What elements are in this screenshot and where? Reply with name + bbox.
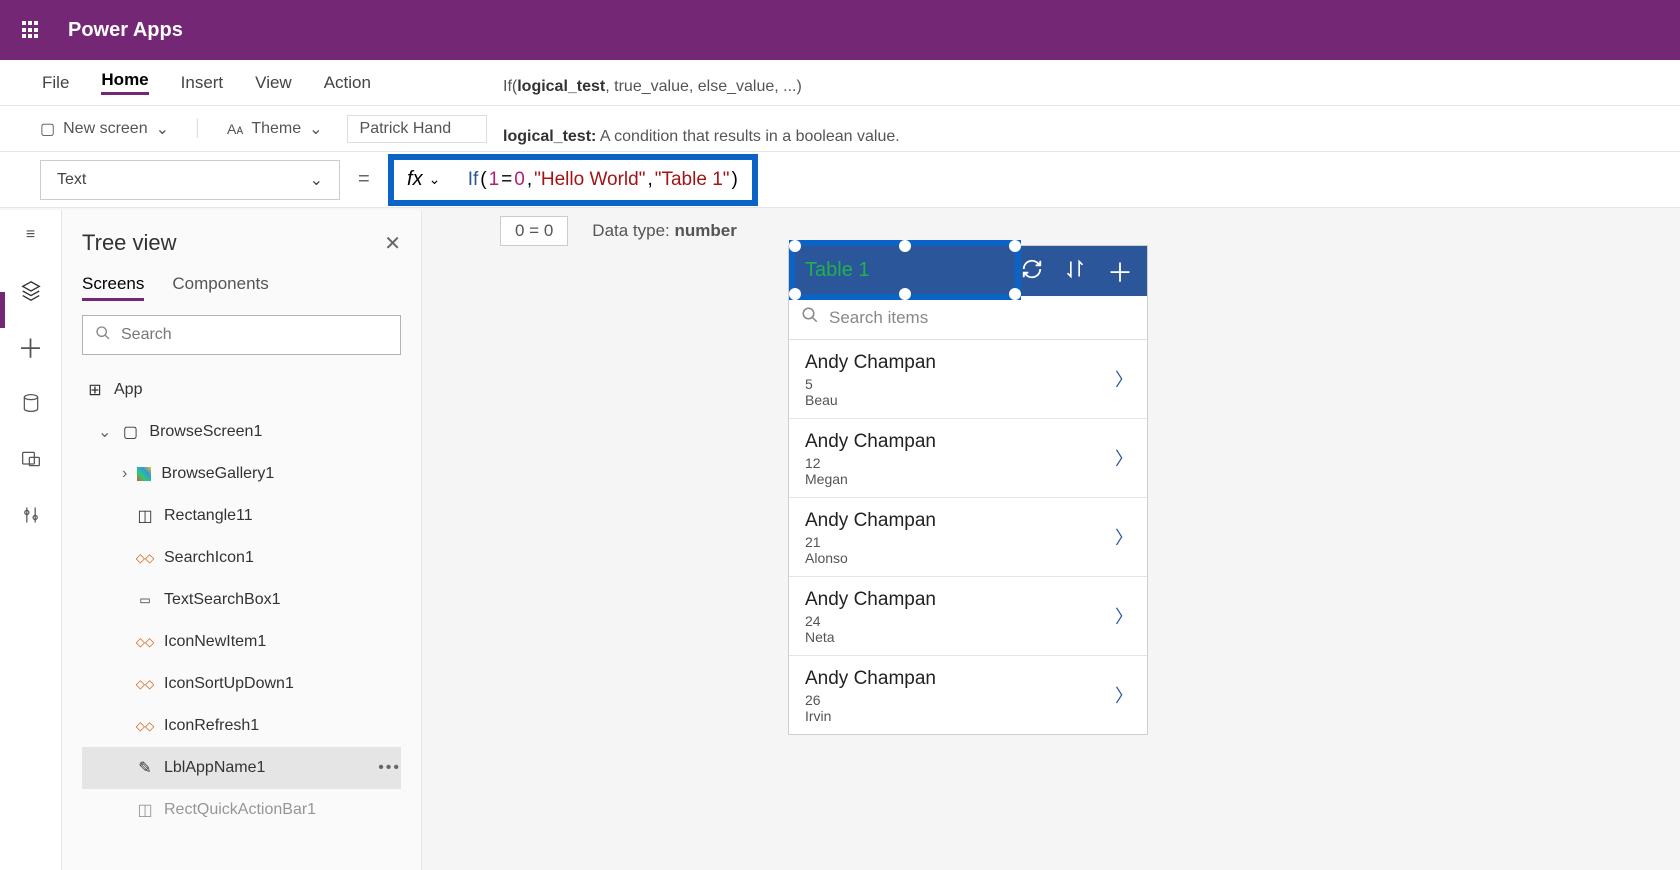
data-icon[interactable] xyxy=(20,392,42,414)
app-title: Table 1 xyxy=(805,259,870,282)
formula-result: 0 = 0 Data type: number xyxy=(490,212,747,250)
refresh-icon[interactable] xyxy=(1021,258,1043,285)
fx-button[interactable]: fx ⌄ xyxy=(394,168,454,191)
gallery-icon xyxy=(137,467,151,481)
new-screen-label: New screen xyxy=(63,120,147,138)
menu-insert[interactable]: Insert xyxy=(181,73,224,93)
selected-label-control[interactable]: Table 1 xyxy=(789,240,1021,300)
hamburger-icon[interactable]: ≡ xyxy=(20,224,42,246)
close-icon[interactable]: ✕ xyxy=(384,231,401,256)
chevron-down-icon: ⌄ xyxy=(429,171,441,188)
tree-view-panel: Tree view ✕ Screens Components Search ⊞ … xyxy=(62,210,422,870)
insert-icon[interactable]: ＋ xyxy=(20,336,42,358)
theme-label: Theme xyxy=(251,120,301,138)
font-select[interactable]: Patrick Hand xyxy=(347,115,487,143)
property-label: Text xyxy=(57,171,86,189)
chevron-down-icon: ⌄ xyxy=(310,170,323,190)
tab-screens[interactable]: Screens xyxy=(82,274,144,301)
screen-icon: ▢ xyxy=(121,423,139,441)
tree-node[interactable]: ▭ TextSearchBox1 xyxy=(82,579,401,621)
tree-search-placeholder: Search xyxy=(121,326,172,344)
tree-title: Tree view xyxy=(82,230,177,256)
rectangle-icon: ◫ xyxy=(136,801,154,819)
chevron-right-icon[interactable]: 〉 xyxy=(1115,682,1133,708)
iconctl-icon: ◇◇ xyxy=(136,717,154,735)
sort-icon[interactable] xyxy=(1065,258,1085,285)
iconctl-icon: ◇◇ xyxy=(136,675,154,693)
menu-action[interactable]: Action xyxy=(324,73,371,93)
formula-bar: Text ⌄ = fx ⌄ If(1=0, "Hello World", "Ta… xyxy=(0,152,1680,208)
tree-search[interactable]: Search xyxy=(82,315,401,355)
media-icon[interactable] xyxy=(20,448,42,470)
menu-view[interactable]: View xyxy=(255,73,292,93)
formula-param-hint: logical_test: A condition that results i… xyxy=(503,128,900,146)
menu-home[interactable]: Home xyxy=(101,70,148,95)
new-screen-button[interactable]: ▢ New screen ⌄ xyxy=(40,119,169,139)
formula-input[interactable]: If(1=0, "Hello World", "Table 1") xyxy=(454,169,752,191)
list-item[interactable]: Andy Champan 21 Alonso 〉 xyxy=(789,498,1147,577)
chevron-down-icon: ⌄ xyxy=(156,119,169,139)
chevron-right-icon[interactable]: 〉 xyxy=(1115,366,1133,392)
tree-node[interactable]: ◇◇ IconRefresh1 xyxy=(82,705,401,747)
tree-nodes: ⊞ App ⌄ ▢ BrowseScreen1 › BrowseGallery1… xyxy=(82,369,401,831)
formula-input-wrap: fx ⌄ If(1=0, "Hello World", "Table 1") xyxy=(388,154,758,206)
tree-node-app[interactable]: ⊞ App xyxy=(82,369,401,411)
menu-file[interactable]: File xyxy=(42,73,69,93)
menubar: File Home Insert View Action xyxy=(0,60,1680,106)
result-expr: 0 = 0 xyxy=(500,216,568,246)
tools-icon[interactable] xyxy=(20,504,42,526)
screen-icon: ▢ xyxy=(40,119,55,139)
chevron-right-icon[interactable]: 〉 xyxy=(1115,603,1133,629)
left-rail: ≡ ＋ xyxy=(0,210,62,870)
equals-label: = xyxy=(358,168,370,191)
tree-node[interactable]: ◇◇ IconSortUpDown1 xyxy=(82,663,401,705)
canvas-app: Table 1 ＋ Search items Andy Champan 5 Be… xyxy=(788,245,1148,735)
tree-node[interactable]: ◫ Rectangle11 xyxy=(82,495,401,537)
tree-node-gallery[interactable]: › BrowseGallery1 xyxy=(82,453,401,495)
chevron-right-icon: › xyxy=(122,465,127,483)
label-icon: ✎ xyxy=(136,759,154,777)
search-icon xyxy=(95,325,111,346)
list-item[interactable]: Andy Champan 24 Neta 〉 xyxy=(789,577,1147,656)
app-icon: ⊞ xyxy=(86,381,104,399)
iconctl-icon: ◇◇ xyxy=(136,549,154,567)
chevron-down-icon: ⌄ xyxy=(98,422,111,442)
rectangle-icon: ◫ xyxy=(136,507,154,525)
tree-node[interactable]: ◫ RectQuickActionBar1 xyxy=(82,789,401,831)
formula-signature-hint: If(logical_test, true_value, else_value,… xyxy=(503,78,802,96)
list-item[interactable]: Andy Champan 26 Irvin 〉 xyxy=(789,656,1147,734)
add-icon[interactable]: ＋ xyxy=(1107,253,1133,290)
theme-button[interactable]: Aᴀ Theme ⌄ xyxy=(227,119,323,139)
app-launcher-icon[interactable] xyxy=(22,21,40,39)
result-datatype: number xyxy=(675,221,737,240)
titlebar: Power Apps xyxy=(0,0,1680,60)
chevron-right-icon[interactable]: 〉 xyxy=(1115,524,1133,550)
more-icon[interactable]: ••• xyxy=(378,759,401,777)
tree-view-icon[interactable] xyxy=(20,280,42,302)
tree-node[interactable]: ◇◇ SearchIcon1 xyxy=(82,537,401,579)
iconctl-icon: ◇◇ xyxy=(136,633,154,651)
app-search[interactable]: Search items xyxy=(789,296,1147,340)
tree-node-selected[interactable]: ✎ LblAppName1 ••• xyxy=(82,747,401,789)
brand-label: Power Apps xyxy=(68,19,183,42)
textbox-icon: ▭ xyxy=(136,591,154,609)
tab-components[interactable]: Components xyxy=(172,274,268,301)
list-item[interactable]: Andy Champan 12 Megan 〉 xyxy=(789,419,1147,498)
chevron-right-icon[interactable]: 〉 xyxy=(1115,445,1133,471)
search-icon xyxy=(801,306,819,329)
property-selector[interactable]: Text ⌄ xyxy=(40,160,340,200)
chevron-down-icon: ⌄ xyxy=(309,119,322,139)
fx-label: fx xyxy=(407,168,423,191)
list-item[interactable]: Andy Champan 5 Beau 〉 xyxy=(789,340,1147,419)
tree-node[interactable]: ◇◇ IconNewItem1 xyxy=(82,621,401,663)
app-search-placeholder: Search items xyxy=(829,308,928,328)
theme-icon: Aᴀ xyxy=(227,121,243,137)
tree-node-screen[interactable]: ⌄ ▢ BrowseScreen1 xyxy=(82,411,401,453)
app-header: Table 1 ＋ xyxy=(789,246,1147,296)
